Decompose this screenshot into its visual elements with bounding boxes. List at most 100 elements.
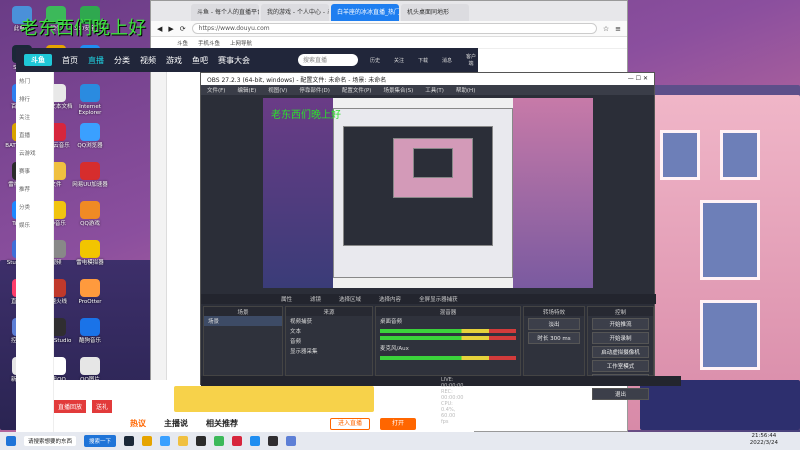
start-icon[interactable] (6, 436, 16, 446)
volume-meter[interactable] (380, 356, 516, 360)
back-icon[interactable]: ◀ (157, 25, 162, 33)
menu-file[interactable]: 文件(F) (207, 86, 225, 94)
nav-game[interactable]: 游戏 (166, 55, 182, 66)
duration-field[interactable]: 时长 300 ms (528, 332, 580, 344)
history-button[interactable]: 历史 (368, 57, 382, 64)
menu-help[interactable]: 帮助(H) (456, 86, 475, 94)
menu-tools[interactable]: 工具(T) (425, 86, 444, 94)
menu-profile[interactable]: 配置文件(P) (342, 86, 372, 94)
steam-icon[interactable] (124, 436, 135, 446)
sources-panel: 来源 视频捕获 文本 音频 显示器采集 (285, 306, 373, 376)
refresh-icon[interactable]: ⟳ (180, 25, 186, 33)
bookmark[interactable]: 上网导航 (230, 39, 252, 47)
nav-events[interactable]: 赛事大会 (218, 55, 250, 66)
menu-scene-collection[interactable]: 场景集合(S) (383, 86, 413, 94)
obs-preview[interactable]: 老东西们晚上好 (263, 98, 593, 288)
browser-icon[interactable] (250, 436, 261, 446)
tab-related[interactable]: 相关推荐 (206, 418, 238, 429)
folder-icon[interactable] (178, 436, 189, 446)
scene-item[interactable]: 场景 (204, 316, 282, 326)
client-button[interactable]: 客户端 (464, 53, 478, 67)
select-content-button[interactable]: 选择内容 (379, 295, 401, 303)
desktop-icon[interactable]: 酷狗音乐 (72, 318, 108, 344)
url-input[interactable]: https://www.douyu.com (191, 23, 597, 34)
sidebar-item[interactable]: 分类 (16, 198, 53, 216)
desktop-icon[interactable]: Internet Explorer (72, 84, 108, 117)
sidebar-item[interactable]: 排行 (16, 90, 53, 108)
browser-tab[interactable]: 斗鱼 - 每个人的直播平台 (191, 4, 259, 21)
sidebar-item[interactable]: 热门 (16, 72, 53, 90)
message-button[interactable]: 消息 (440, 57, 454, 64)
site-logo[interactable]: 斗鱼 (24, 54, 52, 66)
menu-edit[interactable]: 编辑(E) (237, 86, 256, 94)
sidebar-item[interactable]: 推荐 (16, 180, 53, 198)
app-icon[interactable] (286, 436, 297, 446)
volume-meter[interactable] (380, 329, 516, 333)
source-item[interactable]: 文本 (286, 326, 372, 336)
nav-category[interactable]: 分类 (114, 55, 130, 66)
browser-tab-strip: 斗鱼 - 每个人的直播平台 我的游戏 - 个人中心 - 斗鱼 白羊座的冰冰直播_… (151, 1, 627, 21)
menu-docks[interactable]: 停靠部件(D) (299, 86, 330, 94)
gift-button[interactable]: 送礼 (92, 400, 113, 413)
tab-anchor-says[interactable]: 主播说 (164, 418, 188, 429)
menu-icon[interactable]: ≡ (615, 25, 621, 33)
browser-tab[interactable]: 机头桌面同地形 (401, 4, 469, 21)
sidebar-item[interactable]: 云游戏 (16, 144, 53, 162)
sidebar-item[interactable]: 娱乐 (16, 216, 53, 234)
desktop-icon[interactable]: ProOtter (72, 279, 108, 305)
qq-icon[interactable] (160, 436, 171, 446)
virtual-camera-button[interactable]: 启动虚拟摄像机 (592, 346, 649, 358)
select-region-button[interactable]: 选择区域 (339, 295, 361, 303)
window-controls[interactable]: — ☐ ✕ (628, 75, 648, 83)
taskbar-search-box[interactable]: 请搜索想要的东西 (24, 436, 77, 446)
sidebar-item[interactable]: 直播 (16, 126, 53, 144)
open-button[interactable]: 打开 (380, 418, 416, 430)
system-clock[interactable]: 21:56:44 2022/3/24 (750, 433, 778, 446)
panel-title: 转场特效 (524, 307, 584, 316)
panel-title: 来源 (286, 307, 372, 316)
nav-home[interactable]: 首页 (62, 55, 78, 66)
obs-icon[interactable] (268, 436, 279, 446)
menu-view[interactable]: 视图(V) (268, 86, 287, 94)
site-search-input[interactable]: 搜索直播 (298, 54, 358, 66)
source-item[interactable]: 视频捕获 (286, 316, 372, 326)
transition-select[interactable]: 淡出 (528, 318, 580, 330)
start-recording-button[interactable]: 开始录制 (592, 332, 649, 344)
sidebar-item[interactable]: 关注 (16, 108, 53, 126)
exit-button[interactable]: 退出 (592, 388, 649, 400)
tab-hot[interactable]: 热议 (130, 418, 146, 429)
desktop-icon-label: ProOtter (78, 299, 102, 305)
source-item[interactable]: 音频 (286, 336, 372, 346)
start-streaming-button[interactable]: 开始推流 (592, 318, 649, 330)
sidebar-item[interactable]: 赛事 (16, 162, 53, 180)
desktop-icon[interactable]: QQ游戏 (72, 201, 108, 227)
filters-button[interactable]: 滤镜 (310, 295, 321, 303)
browser-tab[interactable]: 我的游戏 - 个人中心 - 斗鱼 (261, 4, 329, 21)
download-button[interactable]: 下载 (416, 57, 430, 64)
browser-tab-active[interactable]: 白羊座的冰冰直播_热门游戏直播 (331, 4, 399, 21)
enter-live-button[interactable]: 进入直播 (330, 418, 370, 430)
volume-meter[interactable] (380, 336, 516, 340)
follow-button[interactable]: 关注 (392, 57, 406, 64)
desktop-icon[interactable]: 雷电模拟器 (72, 240, 108, 266)
nav-video[interactable]: 视频 (140, 55, 156, 66)
window-decor (700, 300, 760, 370)
star-icon[interactable]: ☆ (603, 25, 609, 33)
source-item[interactable]: 显示器采集 (286, 346, 372, 356)
desktop-icon[interactable]: 网易UU加速器 (72, 162, 108, 188)
bookmark[interactable]: 斗鱼 (177, 39, 188, 47)
desktop-icon-label: 酷狗音乐 (78, 338, 101, 344)
wegame-icon[interactable] (142, 436, 153, 446)
studio-mode-button[interactable]: 工作室模式 (592, 360, 649, 372)
desktop-icon[interactable]: QQ浏览器 (72, 123, 108, 149)
properties-button[interactable]: 属性 (281, 295, 292, 303)
bookmark[interactable]: 手机斗鱼 (198, 39, 220, 47)
taskbar-search-button[interactable]: 搜索一下 (84, 435, 117, 447)
nav-fishbar[interactable]: 鱼吧 (192, 55, 208, 66)
forward-icon[interactable]: ▶ (168, 25, 173, 33)
wechat-icon[interactable] (214, 436, 225, 446)
music-icon[interactable] (232, 436, 243, 446)
game-icon[interactable] (196, 436, 207, 446)
nav-live[interactable]: 直播 (88, 55, 104, 66)
replay-button[interactable]: 直播回放 (54, 400, 87, 413)
